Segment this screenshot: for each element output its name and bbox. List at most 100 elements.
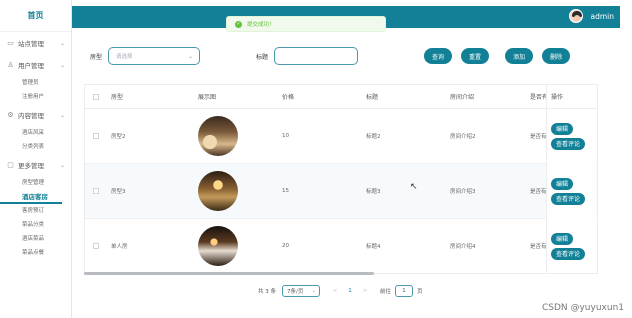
cell-intro: 房间介绍3: [450, 189, 476, 195]
sidebar-group-label: 更多管理: [18, 162, 44, 170]
success-toast: ✓ 提交成功！: [226, 16, 386, 32]
room-photo: [198, 171, 238, 211]
sidebar-group-users[interactable]: ♙ 用户管理 ⌄: [0, 54, 71, 76]
page-size-value: 7条/页: [287, 289, 304, 295]
sidebar-item-room-types[interactable]: 房型管理: [0, 176, 71, 190]
row-checkbox[interactable]: [93, 243, 99, 249]
sidebar-group-label: 内容管理: [18, 112, 44, 120]
sidebar-group-more[interactable]: ▢ 更多管理 ⌄: [0, 154, 71, 176]
horizontal-scrollbar[interactable]: [84, 272, 374, 275]
view-comments-button[interactable]: 查看评论: [551, 247, 586, 260]
cell-type: 单人房: [111, 244, 128, 250]
sidebar-group-label: 用户管理: [18, 62, 44, 70]
add-button[interactable]: 添加: [505, 48, 534, 64]
chevron-down-icon: ⌄: [311, 288, 316, 294]
app-window: 首页 ▭ 站点管理 ⌄ ♙ 用户管理 ⌄ 管理员 注册用户 ⚙ 内容管理 ⌄ 酒…: [0, 0, 632, 318]
cell-comment: 是否有: [530, 189, 546, 195]
view-comments-button[interactable]: 查看评论: [551, 192, 586, 205]
cell-intro: 房间介绍2: [450, 134, 476, 140]
cell-price: 20: [282, 243, 289, 249]
col-header-intro: 房间介绍: [450, 94, 475, 101]
watermark: CSDN @yuyuxun1: [541, 303, 624, 313]
sidebar-group-site[interactable]: ▭ 站点管理 ⌄: [0, 32, 71, 54]
view-comments-button[interactable]: 查看评论: [551, 137, 586, 150]
title-input[interactable]: [274, 47, 359, 65]
type-label: 房型: [90, 53, 103, 61]
cell-type: 房型3: [111, 189, 126, 195]
mouse-cursor-icon: ↖: [410, 182, 418, 192]
table-row: 房型2 10 标题2 房间介绍2 是否有 编辑 查看评论: [85, 108, 597, 164]
col-header-price: 价格: [282, 94, 295, 101]
sidebar-item-registered-users[interactable]: 注册用户: [0, 90, 71, 104]
type-select[interactable]: 请选择 ⌄: [108, 47, 201, 65]
user-menu[interactable]: admin: [568, 9, 615, 23]
toast-message: 提交成功！: [247, 22, 275, 28]
row-checkbox[interactable]: [93, 188, 99, 194]
edit-button[interactable]: 编辑: [551, 232, 574, 245]
col-header-type: 房型: [111, 94, 124, 101]
sidebar-item-hotel-rooms[interactable]: 酒店客房: [0, 190, 62, 204]
sidebar-item-room-booking[interactable]: 客房预订: [0, 204, 71, 218]
edit-button[interactable]: 编辑: [551, 177, 574, 190]
page-size-select[interactable]: 7条/页 ⌄: [282, 285, 320, 297]
settings-icon: ⚙: [7, 111, 14, 119]
reset-button[interactable]: 重置: [461, 48, 490, 64]
goto-label: 前往: [380, 289, 392, 295]
chevron-down-icon: ⌄: [59, 111, 65, 119]
search-button[interactable]: 查询: [424, 48, 453, 64]
cell-comment: 是否有: [530, 244, 546, 250]
cell-comment: 是否有: [530, 134, 546, 140]
page-number-current[interactable]: 1: [344, 285, 356, 297]
prev-page-button[interactable]: <: [330, 288, 340, 294]
cell-intro: 房间介绍4: [450, 244, 476, 250]
user-icon: ♙: [7, 61, 14, 69]
select-all-checkbox[interactable]: [93, 93, 99, 100]
chevron-down-icon: ⌄: [59, 39, 65, 47]
username: admin: [590, 11, 615, 21]
check-circle-icon: ✓: [235, 20, 242, 28]
col-header-title: 标题: [366, 94, 379, 101]
cell-price: 10: [282, 133, 289, 139]
edit-button[interactable]: 编辑: [551, 122, 574, 135]
chevron-down-icon: ⌄: [59, 61, 65, 69]
cell-price: 15: [282, 188, 289, 194]
sidebar: 首页 ▭ 站点管理 ⌄ ♙ 用户管理 ⌄ 管理员 注册用户 ⚙ 内容管理 ⌄ 酒…: [0, 0, 72, 318]
sidebar-item-admins[interactable]: 管理员: [0, 76, 71, 90]
type-select-placeholder: 请选择: [116, 54, 133, 60]
goto-page-input[interactable]: 1: [395, 285, 414, 297]
avatar: [568, 9, 583, 23]
sidebar-group-label: 站点管理: [18, 40, 44, 48]
sidebar-home[interactable]: 首页: [0, 0, 71, 32]
cell-type: 房型2: [111, 134, 126, 140]
next-page-button[interactable]: >: [360, 288, 370, 294]
sidebar-item-hotel-gallery[interactable]: 酒店风采: [0, 126, 71, 140]
rooms-table: 房型 展示图 价格 标题 房间介绍 是否有 操作 房型2 10 标题2 房间介绍…: [84, 84, 598, 274]
col-header-actions: 操作: [546, 85, 596, 109]
title-label: 标题: [256, 53, 269, 61]
room-photo: [198, 116, 238, 156]
cell-title: 标题2: [366, 134, 381, 140]
row-checkbox[interactable]: [93, 133, 99, 139]
chevron-down-icon: ⌄: [59, 161, 65, 169]
goto-suffix: 页: [417, 289, 423, 295]
sidebar-item-dish-orders[interactable]: 菜品点餐: [0, 246, 71, 260]
cell-title: 标题3: [366, 189, 381, 195]
pagination-total: 共 3 条: [258, 289, 276, 295]
sidebar-item-dish-categories[interactable]: 菜品分类: [0, 218, 71, 232]
room-photo: [198, 226, 238, 266]
document-icon: ▢: [7, 161, 14, 169]
table-header: 房型 展示图 价格 标题 房间介绍 是否有 操作: [85, 85, 597, 109]
table-row: 单人房 20 标题4 房间介绍4 是否有 编辑 查看评论: [85, 218, 597, 273]
chevron-down-icon: ⌄: [187, 53, 194, 60]
monitor-icon: ▭: [7, 39, 14, 47]
col-header-comment: 是否有: [530, 94, 546, 101]
delete-button[interactable]: 删除: [542, 48, 571, 64]
filter-bar: 房型 请选择 ⌄ 标题 查询 重置 添加 删除: [90, 46, 571, 66]
pagination: 共 3 条 7条/页 ⌄ < 1 > 前往 1 页: [258, 285, 423, 297]
sidebar-item-hotel-dishes[interactable]: 酒店菜品: [0, 232, 71, 246]
sidebar-group-content[interactable]: ⚙ 内容管理 ⌄: [0, 104, 71, 126]
col-header-image: 展示图: [198, 94, 217, 101]
sidebar-item-category-list[interactable]: 分类列表: [0, 140, 71, 154]
cell-title: 标题4: [366, 244, 381, 250]
table-row: 房型3 15 标题3 房间介绍3 是否有 编辑 查看评论: [85, 163, 597, 219]
